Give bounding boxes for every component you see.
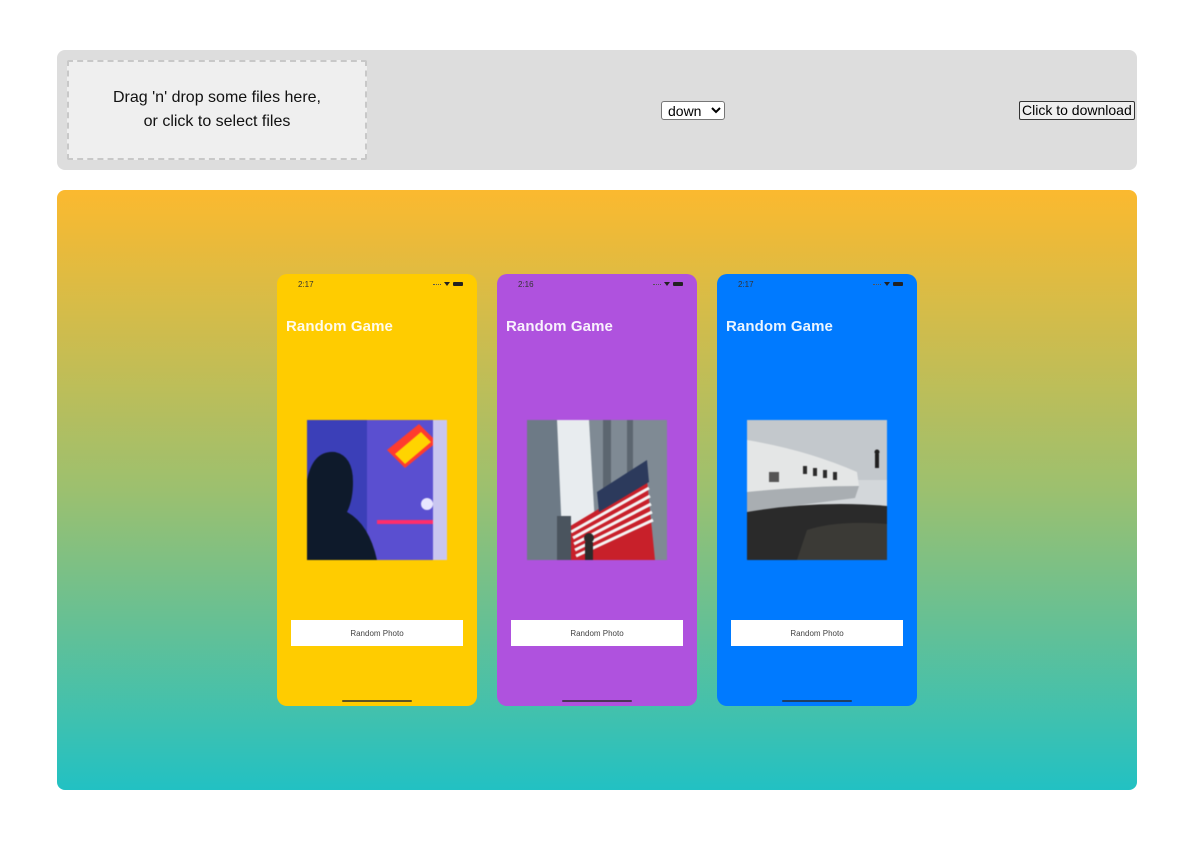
preview-canvas: 2:17 Random Game Random Photo 2:16 Rando… xyxy=(57,190,1137,790)
status-icons xyxy=(653,282,683,286)
random-photo-button[interactable]: Random Photo xyxy=(731,620,903,646)
signal-icon xyxy=(873,284,881,286)
wifi-icon xyxy=(444,282,450,286)
city-billboard-image xyxy=(527,420,667,560)
phone-mockup-purple: 2:16 Random Game Random Photo xyxy=(497,274,697,706)
download-button[interactable]: Click to download xyxy=(1019,101,1135,120)
random-photo xyxy=(307,420,447,560)
random-photo xyxy=(527,420,667,560)
dropzone-line-2: or click to select files xyxy=(143,113,291,130)
status-icons xyxy=(873,282,903,286)
phone-mockup-blue: 2:17 Random Game Random Photo xyxy=(717,274,917,706)
status-bar: 2:16 xyxy=(497,274,697,296)
battery-icon xyxy=(673,282,683,286)
app-title: Random Game xyxy=(506,318,613,335)
neon-portrait-image xyxy=(307,420,447,560)
status-time: 2:17 xyxy=(738,280,754,289)
battery-icon xyxy=(453,282,463,286)
direction-select[interactable]: down xyxy=(661,101,725,120)
status-icons xyxy=(433,282,463,286)
random-photo-button[interactable]: Random Photo xyxy=(291,620,463,646)
home-indicator xyxy=(782,700,852,702)
home-indicator xyxy=(562,700,632,702)
dropzone-line-1: Drag 'n' drop some files here, xyxy=(113,89,321,106)
app-title: Random Game xyxy=(286,318,393,335)
wifi-icon xyxy=(884,282,890,286)
random-photo-button[interactable]: Random Photo xyxy=(511,620,683,646)
random-photo xyxy=(747,420,887,560)
file-dropzone[interactable]: Drag 'n' drop some files here, or click … xyxy=(67,60,367,160)
app-title: Random Game xyxy=(726,318,833,335)
battery-icon xyxy=(893,282,903,286)
signal-icon xyxy=(653,284,661,286)
status-bar: 2:17 xyxy=(717,274,917,296)
plane-wreck-image xyxy=(747,420,887,560)
signal-icon xyxy=(433,284,441,286)
status-time: 2:17 xyxy=(298,280,314,289)
status-bar: 2:17 xyxy=(277,274,477,296)
wifi-icon xyxy=(664,282,670,286)
home-indicator xyxy=(342,700,412,702)
phone-mockup-yellow: 2:17 Random Game Random Photo xyxy=(277,274,477,706)
status-time: 2:16 xyxy=(518,280,534,289)
toolbar: Drag 'n' drop some files here, or click … xyxy=(57,50,1137,170)
